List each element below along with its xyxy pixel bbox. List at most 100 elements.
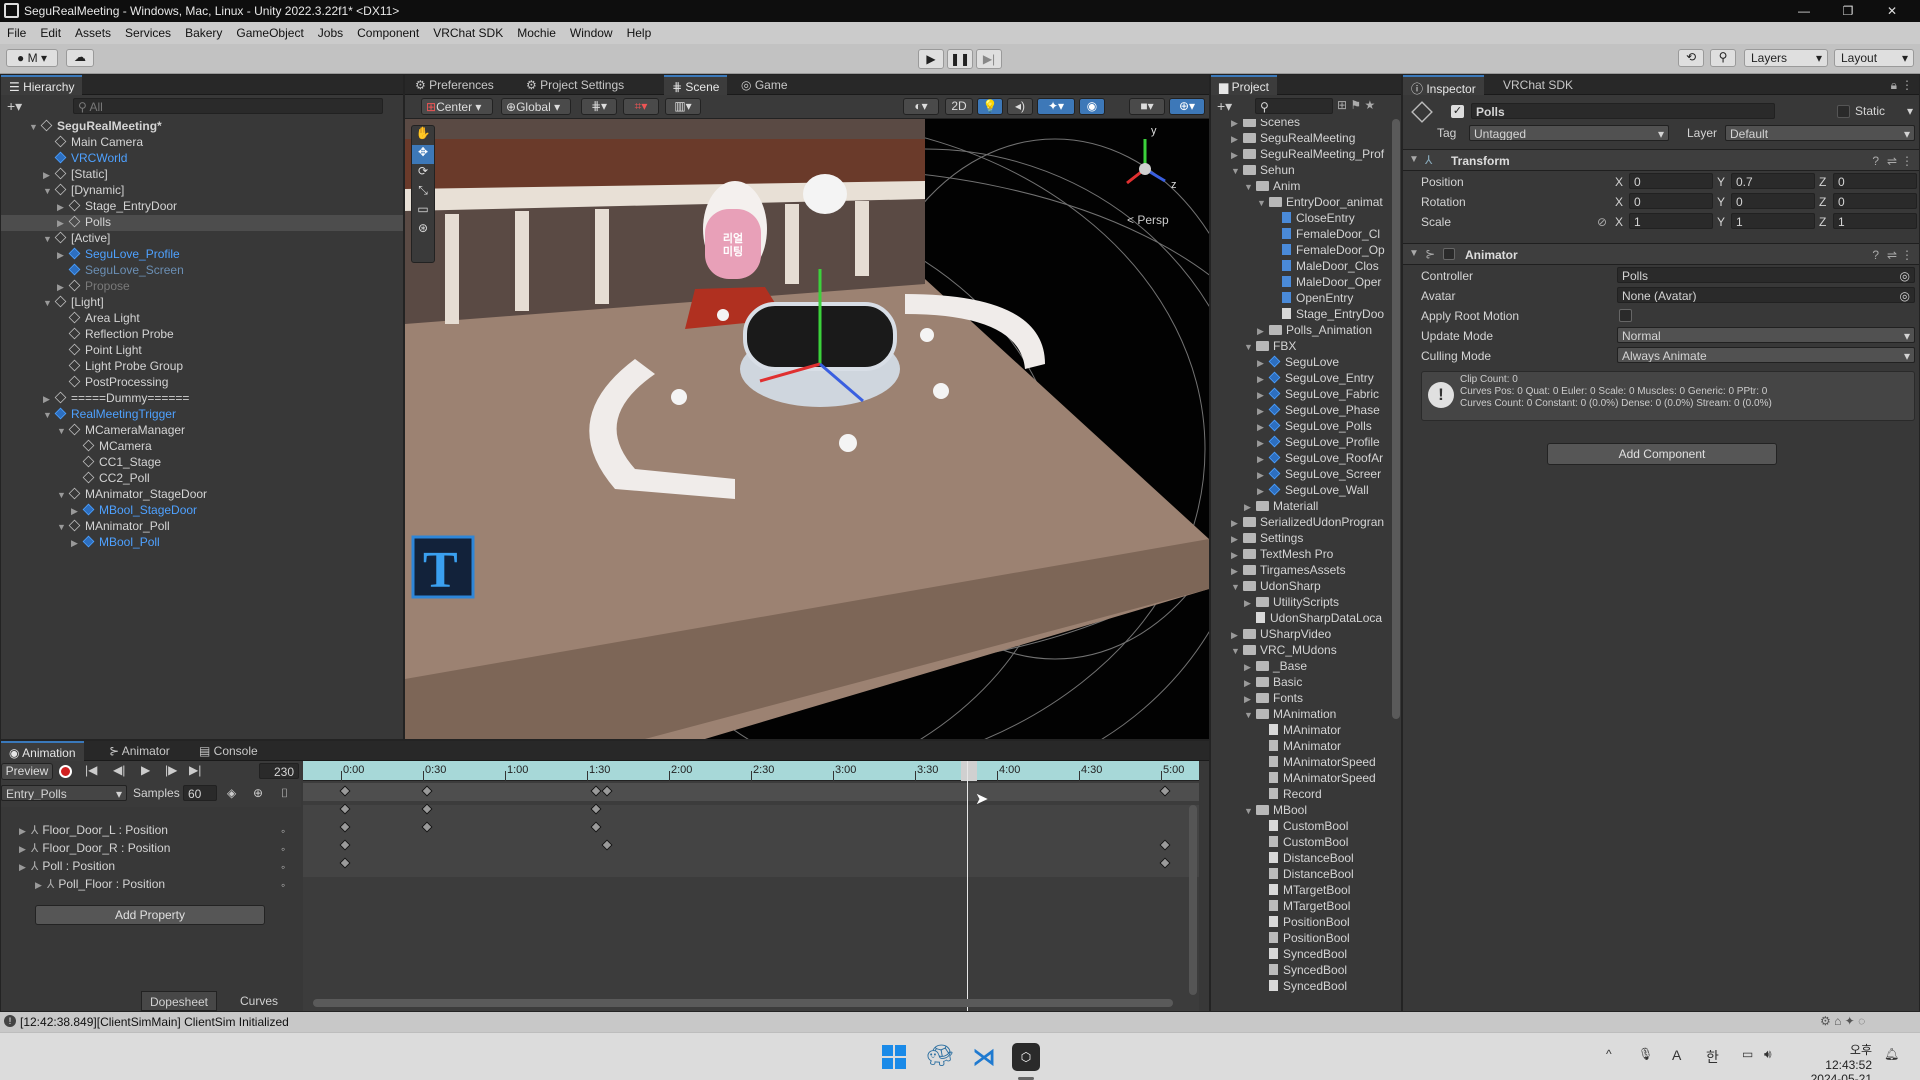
transform-scale-x-field[interactable]: 1 [1629, 213, 1713, 229]
project-item[interactable]: MAnimator [1211, 723, 1391, 739]
keyframe[interactable] [1159, 857, 1171, 869]
animation-property-row[interactable]: ▶ ⅄ Poll_Floor : Position ◦ [1, 877, 301, 893]
keyframe[interactable] [590, 803, 603, 815]
animator-header[interactable]: ▼ ⊱ Animator ? ⇌ ⋮ [1403, 243, 1919, 265]
project-item[interactable]: PositionBool [1211, 915, 1391, 931]
timeline-vscroll[interactable] [1189, 805, 1197, 995]
foldout-arrow-icon[interactable]: ▼ [43, 298, 55, 308]
menu-mochie[interactable]: Mochie [510, 22, 563, 40]
search-button[interactable]: ⚲ [1710, 49, 1736, 67]
ime-language[interactable]: 한 [1706, 1047, 1719, 1067]
project-item[interactable]: MaleDoor_Oper [1211, 275, 1391, 291]
foldout-arrow-icon[interactable]: ▶ [1257, 326, 1269, 337]
tab-vrchat-sdk[interactable]: VRChat SDK [1495, 75, 1581, 95]
project-item[interactable]: DistanceBool [1211, 851, 1391, 867]
event-marker-icon[interactable]: ⌷ [281, 786, 288, 801]
keyframe[interactable] [339, 785, 351, 797]
foldout-arrow-icon[interactable]: ▶ [57, 250, 69, 261]
effects-toggle[interactable]: ✦▾ [1037, 98, 1075, 115]
keyframe[interactable] [339, 839, 351, 851]
maximize-button[interactable]: ❐ [1826, 0, 1870, 22]
foldout-arrow-icon[interactable]: ▶ [1257, 406, 1269, 417]
foldout-arrow-icon[interactable]: ▶ [1257, 422, 1269, 433]
account-dropdown[interactable]: ● M ▾ [6, 49, 58, 67]
project-item[interactable]: ▶ SeguLove_Polls [1211, 419, 1391, 435]
project-item[interactable]: ▼ FBX [1211, 339, 1391, 355]
menu-services[interactable]: Services [118, 22, 178, 40]
step-button[interactable]: ▶| [976, 49, 1002, 69]
dopesheet-tab[interactable]: Dopesheet [141, 991, 217, 1011]
object-picker-icon[interactable]: ◎ [1900, 289, 1910, 302]
tray-chevron-icon[interactable]: ^ [1606, 1047, 1612, 1061]
foldout-arrow-icon[interactable]: ▶ [1231, 550, 1243, 561]
transform-scale-y-field[interactable]: 1 [1731, 213, 1815, 229]
project-item[interactable]: ▶ USharpVideo [1211, 627, 1391, 643]
foldout-arrow-icon[interactable]: ▶ [57, 218, 69, 229]
project-item[interactable]: ▶ TirgamesAssets [1211, 563, 1391, 579]
foldout-arrow-icon[interactable]: ▶ [1231, 134, 1243, 145]
status-message[interactable]: [12:42:38.849][ClientSimMain] ClientSim … [20, 1015, 289, 1029]
hierarchy-item[interactable]: ▼ [Light] [1, 295, 403, 311]
foldout-arrow-icon[interactable]: ▶ [1257, 470, 1269, 481]
foldout-arrow-icon[interactable]: ▶ [1231, 119, 1243, 129]
foldout-arrow-icon[interactable]: ▶ [1231, 518, 1243, 529]
tab-inspector[interactable]: ⓘ Inspector [1403, 75, 1484, 96]
project-item[interactable]: ▼ Sehun [1211, 163, 1391, 179]
object-name-field[interactable]: Polls [1471, 103, 1775, 119]
foldout-arrow-icon[interactable]: ▶ [1244, 678, 1256, 689]
transform-rotation-x-field[interactable]: 0 [1629, 193, 1713, 209]
layer-dropdown[interactable]: Default ▾ [1725, 125, 1915, 141]
foldout-arrow-icon[interactable]: ▶ [57, 282, 69, 293]
foldout-arrow-icon[interactable]: ▶ [43, 170, 55, 181]
space-dropdown[interactable]: ⊕Global ▾ [501, 98, 571, 115]
foldout-arrow-icon[interactable]: ▼ [57, 426, 69, 436]
apply-root-motion-checkbox[interactable] [1619, 309, 1632, 322]
layers-dropdown[interactable]: Layers ▾ [1744, 49, 1828, 67]
hierarchy-item[interactable]: Light Probe Group [1, 359, 403, 375]
hierarchy-search-input[interactable]: ⚲ All [73, 98, 383, 114]
prev-key-button[interactable]: ◀| [113, 763, 125, 777]
transform-position-z-field[interactable]: 0 [1833, 173, 1917, 189]
record-button[interactable] [59, 765, 72, 778]
hierarchy-item[interactable]: ▼ RealMeetingTrigger [1, 407, 403, 423]
foldout-arrow-icon[interactable]: ▼ [1244, 806, 1256, 816]
project-item[interactable]: UdonSharpDataLoca [1211, 611, 1391, 627]
project-item[interactable]: MAnimatorSpeed [1211, 755, 1391, 771]
timeline-hscroll[interactable] [313, 999, 1173, 1007]
foldout-arrow-icon[interactable]: ▼ [29, 122, 41, 132]
tab-animation[interactable]: ◉ Animation [1, 741, 84, 761]
hierarchy-item[interactable]: ▶ SeguLove_Profile [1, 247, 403, 263]
animation-property-row[interactable]: ▶ ⅄ Floor_Door_L : Position ◦ [1, 823, 301, 839]
keyframe[interactable] [421, 785, 433, 797]
transform-tool-icon[interactable]: ⊛ [412, 221, 434, 240]
foldout-arrow-icon[interactable]: ▶ [1244, 662, 1256, 673]
cloud-button[interactable]: ☁ [66, 49, 94, 67]
project-item[interactable]: ▶ SeguLove_Screer [1211, 467, 1391, 483]
transform-header[interactable]: ▼ ⅄ Transform ? ⇌ ⋮ [1403, 149, 1919, 171]
project-item[interactable]: SyncedBool [1211, 963, 1391, 979]
transform-rotation-z-field[interactable]: 0 [1833, 193, 1917, 209]
hierarchy-item[interactable]: ▶ [Static] [1, 167, 403, 183]
history-button[interactable]: ⟲ [1678, 49, 1704, 67]
animator-avatar-field[interactable]: None (Avatar) ◎ [1617, 287, 1915, 303]
foldout-arrow-icon[interactable]: ▶ [1257, 390, 1269, 401]
transform-position-y-field[interactable]: 0.7 [1731, 173, 1815, 189]
project-item[interactable]: ▼ EntryDoor_animat [1211, 195, 1391, 211]
menu-bakery[interactable]: Bakery [178, 22, 229, 40]
menu-window[interactable]: Window [563, 22, 620, 40]
project-item[interactable]: PositionBool [1211, 931, 1391, 947]
foldout-arrow-icon[interactable]: ▼ [1231, 646, 1243, 656]
frame-field[interactable]: 230 [259, 763, 299, 779]
hierarchy-item[interactable]: ▼ SeguRealMeeting* [1, 119, 403, 135]
keyframe[interactable] [601, 839, 614, 851]
project-item[interactable]: MAnimatorSpeed [1211, 771, 1391, 787]
hidden-objects-toggle[interactable]: ◉ [1079, 98, 1105, 115]
project-item[interactable]: CustomBool [1211, 835, 1391, 851]
project-item[interactable]: ▶ SeguLove_Entry [1211, 371, 1391, 387]
foldout-arrow-icon[interactable]: ▶ [71, 506, 83, 517]
foldout-arrow-icon[interactable]: ▼ [43, 410, 55, 420]
foldout-arrow-icon[interactable]: ▼ [57, 522, 69, 532]
hierarchy-item[interactable]: SeguLove_Screen [1, 263, 403, 279]
keyframe-dot-icon[interactable]: ◦ [281, 860, 285, 874]
keyframe[interactable] [590, 821, 603, 833]
